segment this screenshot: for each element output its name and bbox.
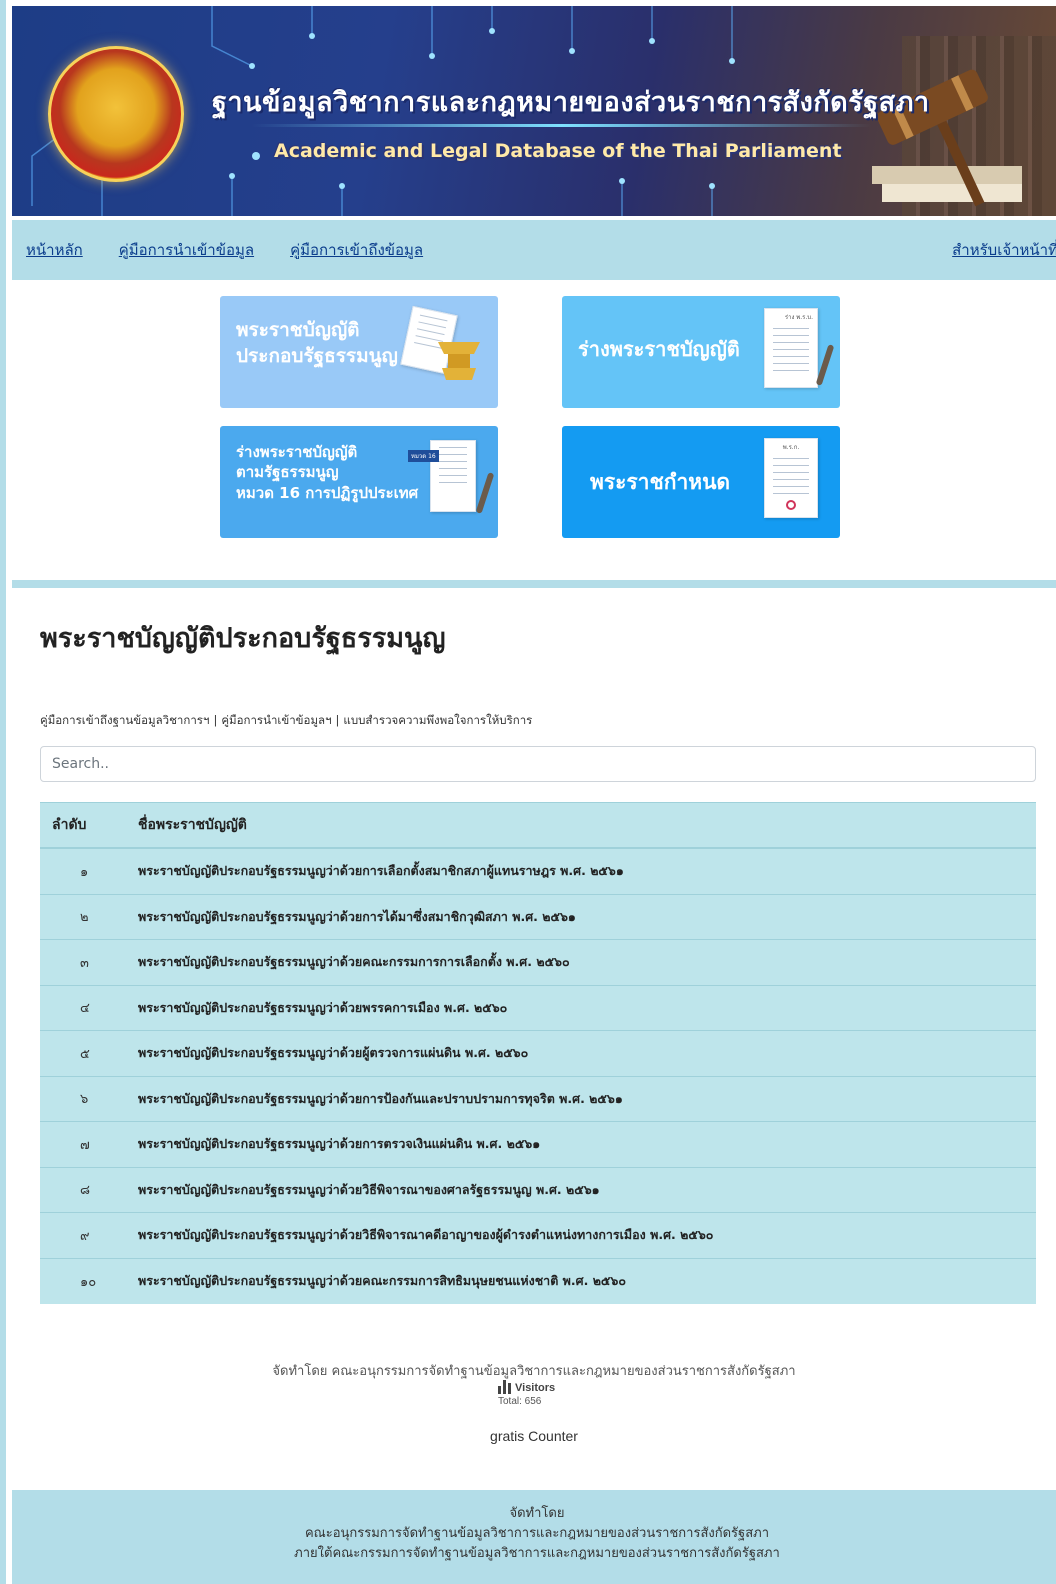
made-by-text: จัดทำโดย คณะอนุกรรมการจัดทำฐานข้อมูลวิชา… (272, 1364, 796, 1379)
pen-icon (815, 344, 835, 386)
banner-divider-line (252, 124, 872, 127)
document-tag: พ.ร.ก. (782, 444, 800, 451)
footer-line-2: คณะอนุกรรมการจัดทำฐานข้อมูลวิชาการและกฎห… (304, 1526, 770, 1541)
stamp-icon (786, 500, 796, 510)
column-header-name: ชื่อพระราชบัญญัติ (138, 817, 247, 833)
chapter-tag: หมวด 16 (408, 450, 439, 462)
act-name[interactable]: พระราชบัญญัติประกอบรัฐธรรมนูญว่าด้วยคณะก… (138, 1271, 626, 1291)
tile-draft-acts-chapter16-label: ร่างพระราชบัญญัติ ตามรัฐธรรมนูญ หมวด 16 … (236, 443, 419, 502)
table-row[interactable]: ๓ พระราชบัญญัติประกอบรัฐธรรมนูญว่าด้วยคณะ… (40, 940, 1036, 986)
table-row[interactable]: ๕ พระราชบัญญัติประกอบรัฐธรรมนูญว่าด้วยผู้… (40, 1031, 1036, 1077)
document-icon: พ.ร.ก. (764, 438, 818, 518)
table-row[interactable]: ๗ พระราชบัญญัติประกอบรัฐธรรมนูญว่าด้วยการ… (40, 1122, 1036, 1168)
link-separator: | (335, 713, 340, 727)
tile-organic-acts[interactable]: พระราชบัญญัติ ประกอบรัฐธรรมนูญ (220, 296, 498, 408)
table-row[interactable]: ๑ พระราชบัญญัติประกอบรัฐธรรมนูญว่าด้วยการ… (40, 849, 1036, 895)
row-number: ๗ (80, 1137, 90, 1153)
tile-draft-acts-label: ร่างพระราชบัญญัติ (578, 337, 740, 361)
footer-line-3: ภายใต้คณะกรรมการจัดทำฐานข้อมูลวิชาการและ… (294, 1546, 780, 1561)
act-name[interactable]: พระราชบัญญัติประกอบรัฐธรรมนูญว่าด้วยการต… (138, 1134, 540, 1154)
import-guide-link[interactable]: คู่มือการนำเข้าข้อมูลฯ (221, 713, 331, 727)
banner-title-english: Academic and Legal Database of the Thai … (274, 140, 842, 162)
row-number: ๘ (80, 1183, 91, 1199)
page-title: พระราชบัญญัติประกอบรัฐธรรมนูญ (40, 623, 446, 654)
section-divider (12, 580, 1056, 588)
act-name[interactable]: พระราชบัญญัติประกอบรัฐธรรมนูญว่าด้วยวิธี… (138, 1225, 713, 1245)
act-name[interactable]: พระราชบัญญัติประกอบรัฐธรรมนูญว่าด้วยการเ… (138, 861, 624, 881)
guide-links: คู่มือการเข้าถึงฐานข้อมูลวิชาการฯ | คู่มือ… (40, 712, 532, 730)
act-name[interactable]: พระราชบัญญัติประกอบรัฐธรรมนูญว่าด้วยการไ… (138, 907, 576, 927)
row-number: ๙ (80, 1228, 90, 1244)
access-guide-link[interactable]: คู่มือการเข้าถึงฐานข้อมูลวิชาการฯ (40, 713, 209, 727)
nav-home-link[interactable]: หน้าหลัก (26, 238, 83, 262)
column-header-no: ลำดับ (52, 817, 87, 833)
document-tag: ร่าง พ.ร.บ. (784, 314, 813, 321)
page: ฐานข้อมูลวิชาการและกฎหมายของส่วนราชการสั… (0, 0, 1056, 1584)
tile-draft-acts[interactable]: ร่างพระราชบัญญัติ ร่าง พ.ร.บ. (562, 296, 840, 408)
act-name[interactable]: พระราชบัญญัติประกอบรัฐธรรมนูญว่าด้วยการป… (138, 1089, 623, 1109)
row-number: ๕ (80, 1046, 90, 1062)
row-number: ๔ (80, 1001, 90, 1017)
tile-royal-decrees[interactable]: พระราชกำหนด พ.ร.ก. (562, 426, 840, 538)
row-number: ๒ (80, 910, 89, 926)
counter-provider-link[interactable]: gratis Counter (6, 1428, 1056, 1444)
top-navigation: หน้าหลัก คู่มือการนำเข้าข้อมูล คู่มือการ… (12, 220, 1056, 280)
table-row[interactable]: ๔ พระราชบัญญัติประกอบรัฐธรรมนูญว่าด้วยพรร… (40, 986, 1036, 1031)
table-row[interactable]: ๘ พระราชบัญญัติประกอบรัฐธรรมนูญว่าด้วยวิธ… (40, 1168, 1036, 1213)
bar-chart-icon (498, 1380, 511, 1394)
nav-staff-link[interactable]: สำหรับเจ้าหน้าที่ (952, 238, 1056, 262)
footer-line-1: จัดทำโดย (509, 1506, 565, 1521)
search-input[interactable] (40, 746, 1036, 782)
table-row[interactable]: ๒ พระราชบัญญัติประกอบรัฐธรรมนูญว่าด้วยการ… (40, 895, 1036, 940)
act-name[interactable]: พระราชบัญญัติประกอบรัฐธรรมนูญว่าด้วยคณะก… (138, 952, 570, 972)
tile-draft-acts-chapter16[interactable]: ร่างพระราชบัญญัติ ตามรัฐธรรมนูญ หมวด 16 … (220, 426, 498, 538)
document-icon: ร่าง พ.ร.บ. (764, 308, 818, 388)
row-number: ๑๐ (80, 1274, 97, 1290)
survey-link[interactable]: แบบสำรวจความพึงพอใจการให้บริการ (343, 713, 532, 727)
visitor-counter[interactable]: Visitors Total: 656 (498, 1380, 555, 1407)
row-number: ๓ (80, 955, 89, 971)
nav-import-guide-link[interactable]: คู่มือการนำเข้าข้อมูล (119, 238, 254, 262)
visitors-total: Total: 656 (498, 1396, 542, 1407)
visitors-label: Visitors (515, 1382, 556, 1394)
header-banner: ฐานข้อมูลวิชาการและกฎหมายของส่วนราชการสั… (12, 6, 1056, 220)
table-row[interactable]: ๑๐ พระราชบัญญัติประกอบรัฐธรรมนูญว่าด้วยคณ… (40, 1259, 1036, 1305)
banner-title-thai: ฐานข้อมูลวิชาการและกฎหมายของส่วนราชการสั… (212, 87, 930, 118)
row-number: ๖ (80, 1092, 89, 1108)
nav-access-guide-link[interactable]: คู่มือการเข้าถึงข้อมูล (290, 238, 423, 262)
tile-royal-decrees-label: พระราชกำหนด (590, 470, 731, 494)
pen-icon (475, 472, 495, 514)
parliament-seal-logo (48, 46, 184, 182)
act-name[interactable]: พระราชบัญญัติประกอบรัฐธรรมนูญว่าด้วยพรรค… (138, 998, 507, 1018)
visitor-counter-header: Visitors (498, 1380, 555, 1394)
act-name[interactable]: พระราชบัญญัติประกอบรัฐธรรมนูญว่าด้วยวิธี… (138, 1180, 600, 1200)
table-row[interactable]: ๖ พระราชบัญญัติประกอบรัฐธรรมนูญว่าด้วยการ… (40, 1077, 1036, 1122)
pedestal-icon (438, 342, 480, 380)
table-row[interactable]: ๙ พระราชบัญญัติประกอบรัฐธรรมนูญว่าด้วยวิธ… (40, 1213, 1036, 1259)
category-tiles: พระราชบัญญัติ ประกอบรัฐธรรมนูญ ร่างพระรา… (12, 280, 1056, 580)
act-name[interactable]: พระราชบัญญัติประกอบรัฐธรรมนูญว่าด้วยผู้ต… (138, 1043, 528, 1063)
row-number: ๑ (80, 864, 89, 880)
page-footer: จัดทำโดย คณะอนุกรรมการจัดทำฐานข้อมูลวิชา… (12, 1490, 1056, 1584)
link-separator: | (213, 713, 218, 727)
acts-table: ลำดับ ชื่อพระราชบัญญัติ ๑พระราชบัญญัติปร… (40, 802, 1036, 1304)
table-header: ลำดับ ชื่อพระราชบัญญัติ (40, 802, 1036, 849)
table-body: ๑พระราชบัญญัติประกอบรัฐธรรมนูญว่าด้วยการ… (40, 849, 1036, 1304)
tile-organic-acts-label: พระราชบัญญัติ ประกอบรัฐธรรมนูญ (236, 319, 398, 367)
